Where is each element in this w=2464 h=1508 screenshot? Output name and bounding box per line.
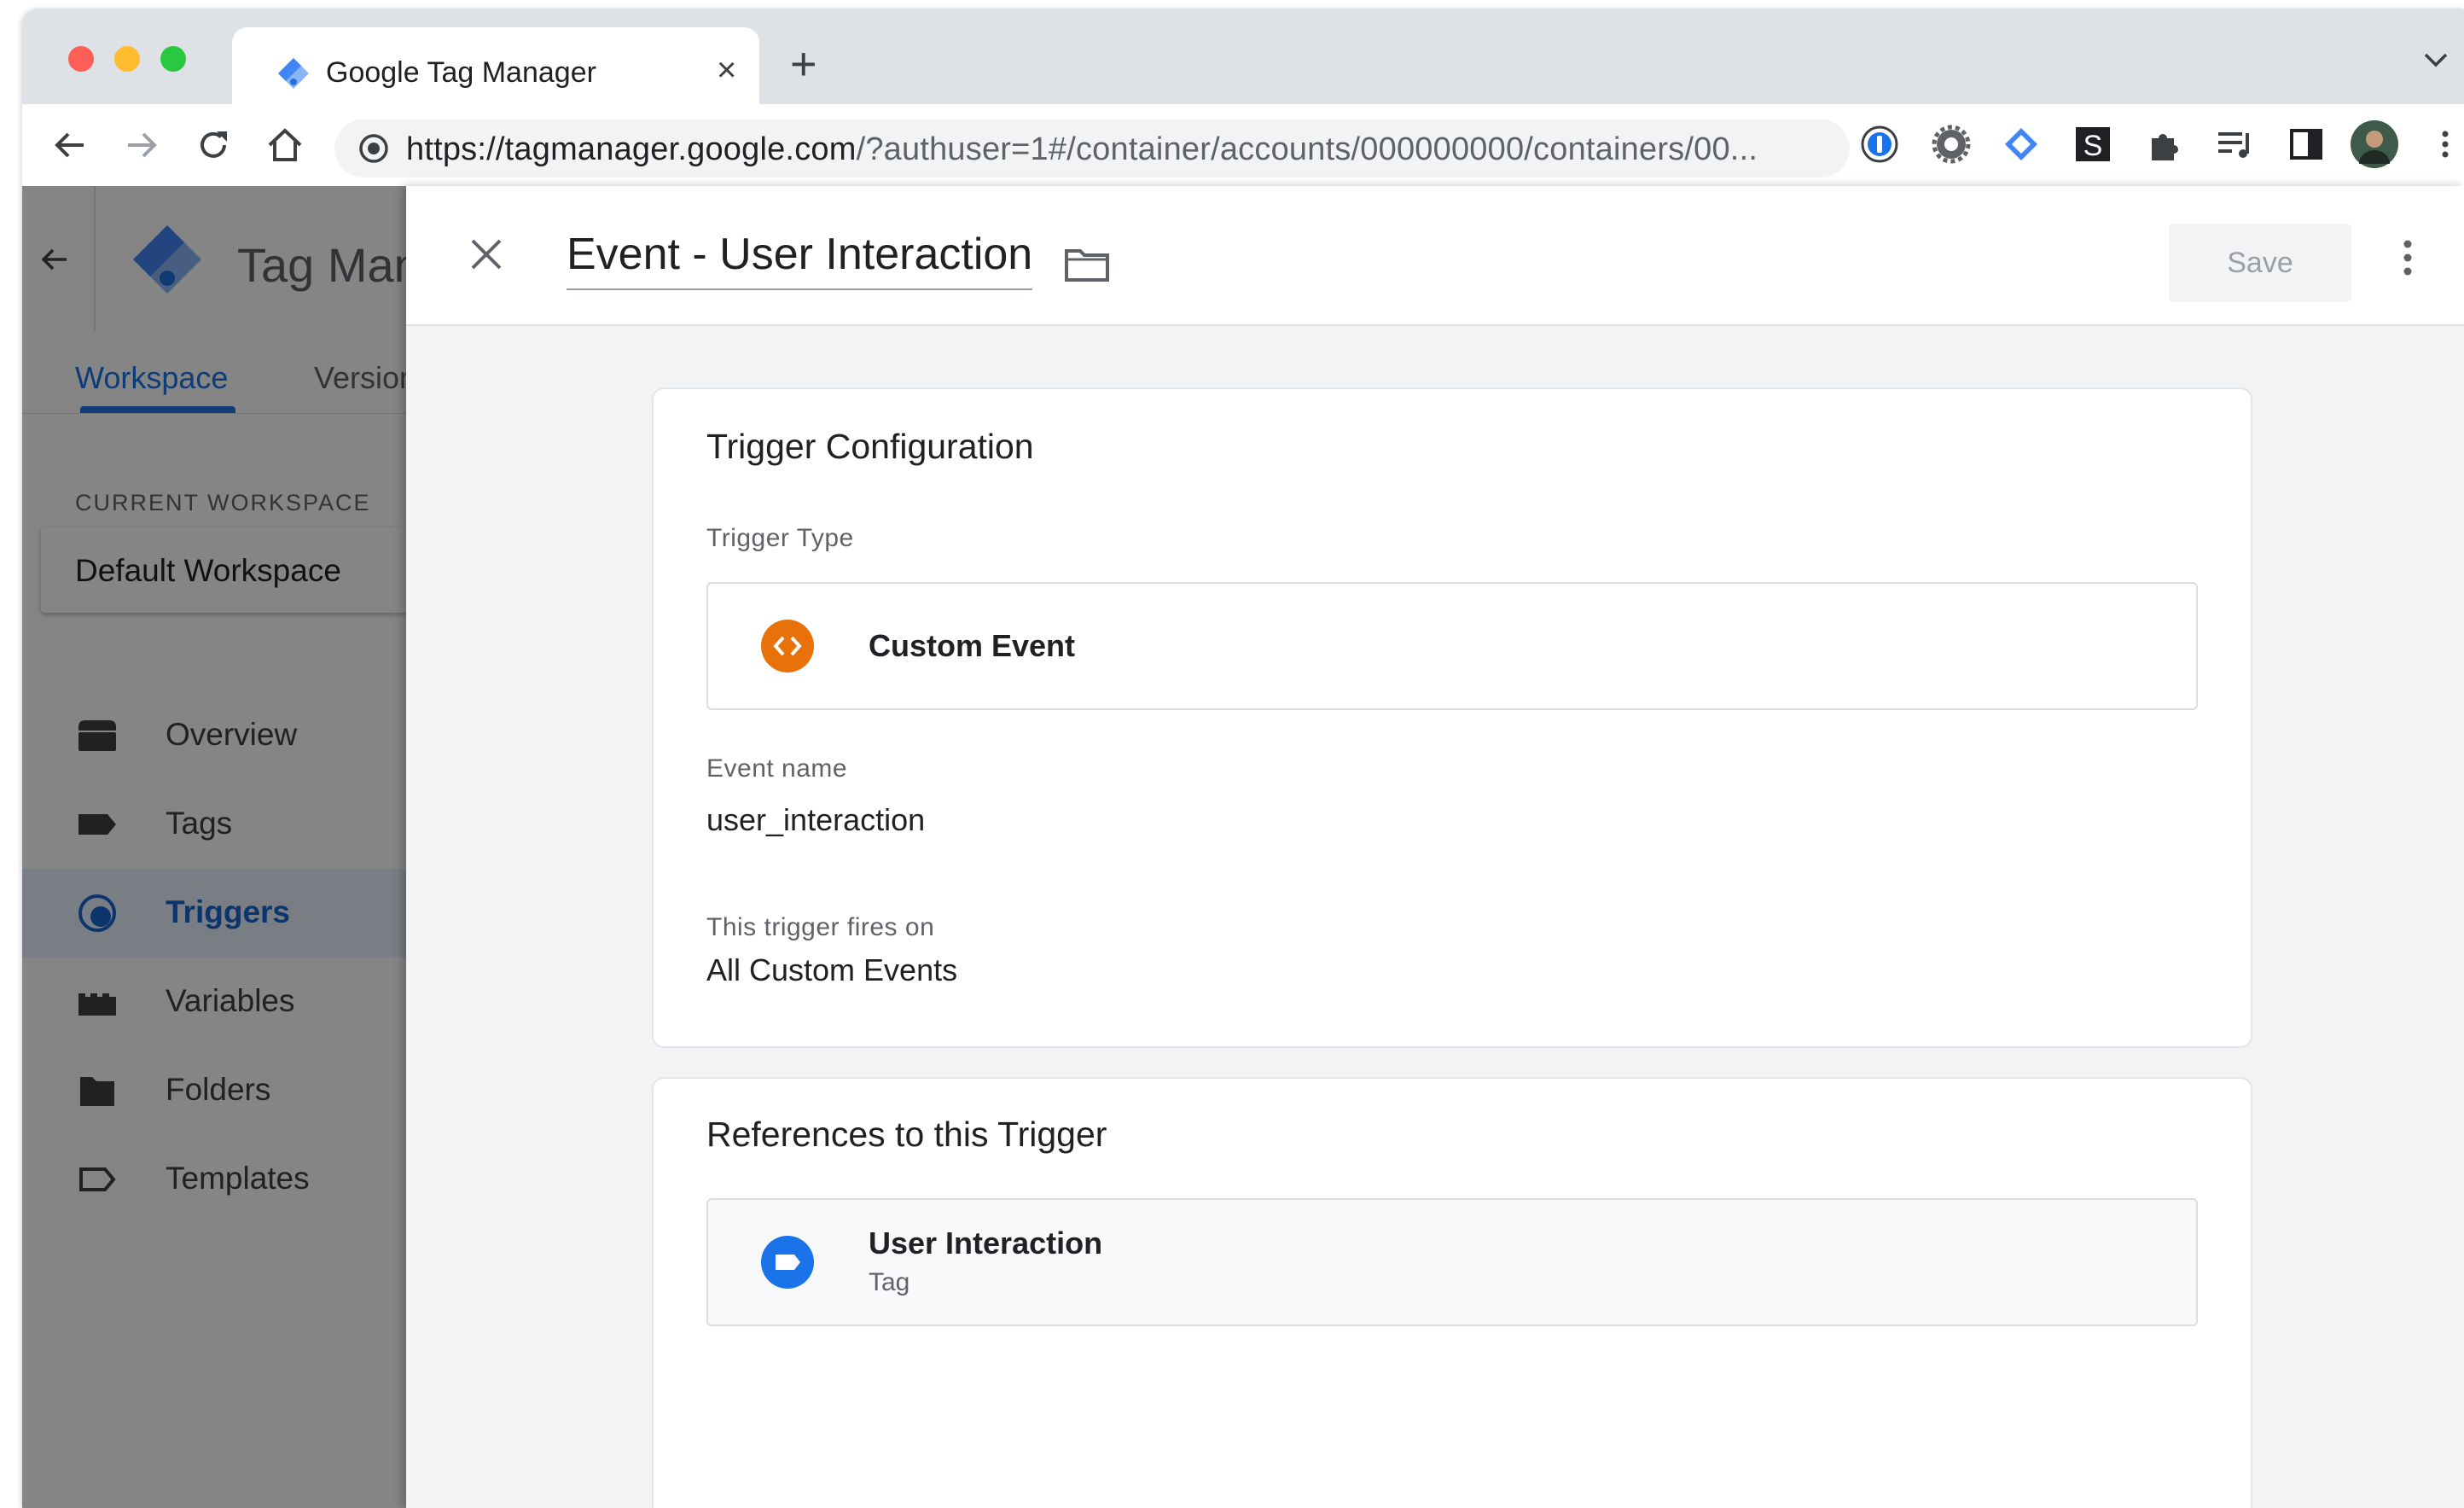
browser-window: Google Tag Manager × + https://tagmanage…	[22, 9, 2464, 1508]
new-tab-button[interactable]: +	[790, 41, 817, 87]
reference-item-name: User Interaction	[869, 1226, 1103, 1261]
trigger-editor-panel: Event - User Interaction Save Trigger Co…	[406, 186, 2464, 1508]
maximize-window-button[interactable]	[160, 46, 186, 72]
card-title: References to this Trigger	[706, 1115, 1107, 1154]
card-title: Trigger Configuration	[706, 427, 1034, 466]
tag-assistant-extension-icon[interactable]	[2000, 123, 2043, 166]
tab-close-icon[interactable]: ×	[717, 53, 736, 87]
puzzle-extensions-icon[interactable]	[2143, 123, 2186, 166]
trigger-name-field[interactable]: Event - User Interaction	[567, 229, 1033, 290]
gtm-app: Tag Manager Workspace Versions CURRENT W…	[22, 186, 2464, 1508]
fires-on-value: All Custom Events	[706, 952, 958, 987]
reading-list-icon[interactable]	[2213, 123, 2256, 166]
settings-extension-icon[interactable]	[1930, 123, 1973, 166]
browser-menu-icon[interactable]	[2437, 123, 2454, 166]
reference-item-type: Tag	[869, 1268, 910, 1296]
svg-text:S: S	[2083, 130, 2103, 162]
modal-scrim[interactable]	[22, 186, 406, 1508]
panel-header: Event - User Interaction Save	[406, 186, 2464, 326]
event-name-label: Event name	[706, 754, 848, 783]
fires-on-label: This trigger fires on	[706, 913, 935, 941]
reload-icon[interactable]	[193, 125, 234, 166]
trigger-type-selector[interactable]: Custom Event	[706, 582, 2198, 710]
trigger-configuration-card: Trigger Configuration Trigger Type Custo…	[652, 387, 2252, 1048]
event-name-value: user_interaction	[706, 802, 926, 837]
references-card: References to this Trigger User Interact…	[652, 1077, 2252, 1508]
tab-title: Google Tag Manager	[326, 56, 596, 89]
browser-tab[interactable]: Google Tag Manager ×	[232, 27, 759, 106]
sidebar: Tag Manager Workspace Versions CURRENT W…	[22, 186, 516, 1508]
forward-arrow-icon[interactable]	[121, 125, 162, 166]
s-extension-icon[interactable]: S	[2072, 123, 2114, 166]
profile-avatar[interactable]	[2350, 119, 2399, 169]
url-host: https://tagmanager.google.com	[406, 131, 857, 167]
reference-item[interactable]: User Interaction Tag	[706, 1198, 2198, 1326]
home-icon[interactable]	[264, 125, 305, 166]
url-path: /?authuser=1#/container/accounts/0000000…	[856, 131, 1758, 167]
side-panel-icon[interactable]	[2285, 123, 2327, 166]
tag-icon	[761, 1236, 814, 1289]
tab-strip: Google Tag Manager × +	[22, 9, 2464, 106]
chevron-down-icon[interactable]	[2423, 51, 2449, 68]
trigger-type-name: Custom Event	[869, 628, 1076, 663]
close-window-button[interactable]	[68, 46, 94, 72]
trigger-type-label: Trigger Type	[706, 524, 854, 552]
address-bar[interactable]: https://tagmanager.google.com/?authuser=…	[334, 119, 1850, 178]
minimize-window-button[interactable]	[114, 46, 140, 72]
save-button[interactable]: Save	[2169, 224, 2351, 302]
site-info-icon[interactable]	[358, 133, 389, 164]
more-options-icon[interactable]	[2401, 237, 2415, 282]
custom-event-icon	[761, 620, 814, 672]
back-arrow-icon[interactable]	[49, 125, 90, 166]
password-manager-extension-icon[interactable]	[1858, 123, 1901, 166]
browser-toolbar: https://tagmanager.google.com/?authuser=…	[22, 104, 2464, 187]
gtm-favicon-icon	[278, 58, 309, 89]
url-text: https://tagmanager.google.com/?authuser=…	[406, 131, 1758, 168]
close-icon[interactable]	[468, 236, 505, 273]
folder-icon[interactable]	[1063, 246, 1111, 283]
